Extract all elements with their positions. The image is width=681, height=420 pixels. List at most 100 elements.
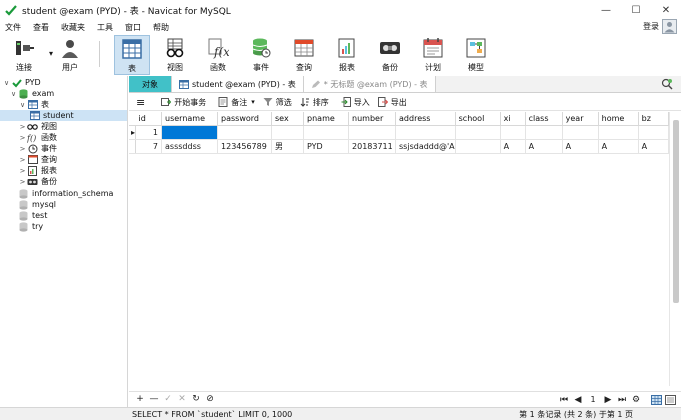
object-info-icon[interactable] [661, 78, 673, 90]
table-cell[interactable] [303, 125, 350, 140]
table-cell[interactable]: A [562, 139, 599, 154]
table-row[interactable]: ▸ 1 [129, 125, 669, 140]
expand-chevron-icon[interactable]: > [18, 134, 27, 142]
column-header[interactable]: school [455, 112, 501, 126]
tab-student-table[interactable]: student @exam (PYD) - 表 [172, 76, 304, 92]
expand-chevron-icon[interactable]: ∨ [9, 90, 18, 98]
column-header[interactable]: pname [303, 112, 350, 126]
table-cell[interactable] [500, 125, 526, 140]
menu-file[interactable]: 文件 [0, 22, 27, 33]
tab-objects[interactable]: 对象 [129, 76, 172, 92]
column-header[interactable]: address [395, 112, 456, 126]
table-cell[interactable]: A [525, 139, 563, 154]
table-cell[interactable] [395, 125, 456, 140]
column-header[interactable]: number [348, 112, 397, 126]
toolbar-query-button[interactable]: 查询 [286, 35, 322, 75]
table-cell[interactable] [638, 125, 669, 140]
import-button[interactable]: 导入 [341, 97, 370, 108]
menu-view[interactable]: 查看 [27, 22, 55, 33]
discard-changes-button[interactable]: ✕ [175, 393, 189, 405]
first-page-icon[interactable]: ⏮ [557, 394, 571, 406]
tree-item-events[interactable]: > 事件 [18, 143, 57, 154]
expand-chevron-icon[interactable]: > [18, 145, 27, 153]
delete-record-button[interactable]: — [147, 393, 161, 405]
chevron-down-icon[interactable]: ▾ [251, 98, 255, 106]
stop-button[interactable]: ⊘ [203, 393, 217, 405]
table-cell[interactable] [525, 125, 563, 140]
table-cell[interactable]: 7 [135, 139, 163, 154]
filter-button[interactable]: 筛选 [263, 97, 292, 108]
table-cell[interactable]: 1 [135, 125, 163, 140]
form-view-icon[interactable] [663, 394, 677, 406]
toolbar-event-button[interactable]: 事件 [243, 35, 279, 75]
tree-item-table-student[interactable]: student [0, 110, 127, 121]
previous-page-icon[interactable]: ◀ [571, 394, 585, 406]
menu-icon[interactable]: ≡ [136, 96, 145, 109]
table-cell[interactable] [348, 125, 397, 140]
export-button[interactable]: 导出 [377, 97, 407, 108]
column-header[interactable]: bz [638, 112, 669, 126]
next-page-icon[interactable]: ▶ [601, 394, 615, 406]
menu-favorites[interactable]: 收藏夹 [55, 22, 91, 33]
page-number-field[interactable]: 1 [585, 395, 601, 404]
login-link[interactable]: 登录 [643, 21, 659, 32]
maximize-button[interactable]: ☐ [621, 0, 651, 20]
column-header[interactable]: sex [271, 112, 305, 126]
refresh-button[interactable]: ↻ [189, 393, 203, 405]
tree-item-queries[interactable]: > 查询 [18, 154, 57, 165]
column-header[interactable]: xi [500, 112, 526, 126]
column-header[interactable]: password [217, 112, 273, 126]
table-cell[interactable] [562, 125, 599, 140]
begin-transaction-button[interactable]: 开始事务 [161, 97, 206, 108]
close-button[interactable]: ✕ [651, 0, 681, 20]
tree-item-reports[interactable]: > 报表 [18, 165, 57, 176]
table-cell-selected[interactable] [161, 125, 219, 140]
expand-chevron-icon[interactable]: ∨ [2, 79, 11, 87]
toolbar-table-button[interactable]: 表 [114, 35, 150, 75]
tree-item-database-exam[interactable]: ∨ exam [9, 88, 54, 99]
table-cell[interactable]: 20183711 [348, 139, 397, 154]
toolbar-report-button[interactable]: 报表 [329, 35, 365, 75]
table-cell[interactable]: PYD [303, 139, 350, 154]
sort-button[interactable]: 排序 [300, 97, 329, 108]
expand-chevron-icon[interactable]: ∨ [18, 101, 27, 109]
grid-view-icon[interactable] [649, 394, 663, 406]
gear-icon[interactable]: ⚙ [629, 394, 643, 406]
add-record-button[interactable]: + [133, 393, 147, 405]
toolbar-view-button[interactable]: 视图 [157, 35, 193, 75]
vertical-scrollbar[interactable] [669, 112, 681, 386]
tree-item-database-test[interactable]: test [18, 210, 47, 221]
table-cell[interactable] [598, 125, 639, 140]
minimize-button[interactable]: — [591, 0, 621, 20]
table-cell[interactable] [217, 125, 273, 140]
toolbar-function-button[interactable]: f(x) 函数 [200, 35, 236, 75]
expand-chevron-icon[interactable]: > [18, 178, 27, 186]
tree-item-views[interactable]: > 视图 [18, 121, 57, 132]
tree-item-functions[interactable]: > f() 函数 [18, 132, 57, 143]
tab-untitled-table[interactable]: * 无标题 @exam (PYD) - 表 [303, 76, 436, 92]
table-cell[interactable]: A [598, 139, 639, 154]
toolbar-backup-button[interactable]: 备份 [372, 35, 408, 75]
table-cell[interactable] [271, 125, 305, 140]
expand-chevron-icon[interactable]: > [18, 167, 27, 175]
toolbar-user-button[interactable]: 用户 [52, 35, 88, 75]
column-header[interactable]: home [598, 112, 639, 126]
table-cell[interactable] [455, 125, 501, 140]
column-header[interactable]: username [161, 112, 219, 126]
table-cell[interactable] [455, 139, 501, 154]
avatar[interactable] [662, 19, 677, 34]
tree-item-database-information-schema[interactable]: information_schema [18, 188, 113, 199]
table-cell[interactable]: A [500, 139, 526, 154]
toolbar-connection-button[interactable]: 连接 [6, 35, 42, 75]
memo-button[interactable]: 备注 ▾ [218, 97, 255, 108]
column-header[interactable]: id [135, 112, 163, 126]
toolbar-schedule-button[interactable]: 计划 [415, 35, 451, 75]
table-cell[interactable]: ssjsdaddd@'A [395, 139, 456, 154]
tree-item-database-mysql[interactable]: mysql [18, 199, 56, 210]
tree-item-connection-pyd[interactable]: ∨ PYD [2, 77, 41, 88]
tree-item-database-try[interactable]: try [18, 221, 43, 232]
menu-tools[interactable]: 工具 [91, 22, 119, 33]
tree-item-tables[interactable]: ∨ 表 [18, 99, 49, 110]
table-cell[interactable]: 123456789 [217, 139, 273, 154]
column-header[interactable]: year [562, 112, 599, 126]
